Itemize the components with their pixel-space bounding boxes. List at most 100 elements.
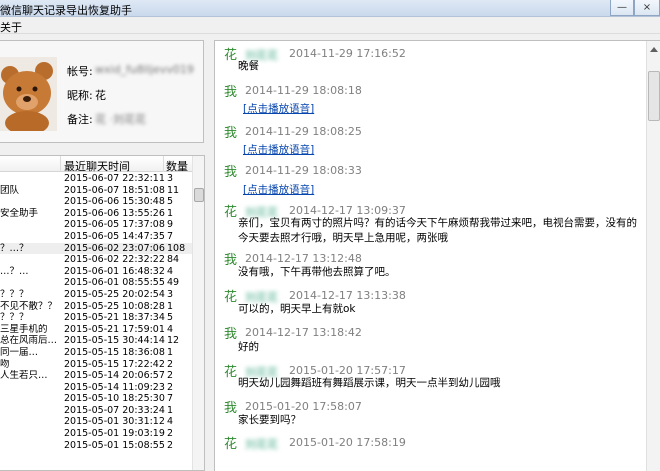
row-contact-name: 三星手机的 [0, 323, 48, 335]
list-rows: 2015-06-07 22:32:11 3 团队 2015-06-07 18:51:0… [0, 173, 193, 451]
remark-label: 备注: [67, 113, 93, 126]
minimize-button[interactable]: — [610, 0, 634, 16]
row-last-time: 2015-05-25 20:02:54 [64, 288, 165, 300]
row-count: 4 [167, 323, 174, 335]
message-timestamp: 2014-12-17 13:13:38 [289, 289, 406, 302]
row-count: 5 [167, 196, 174, 208]
message-text: 好的 [238, 341, 259, 353]
scroll-up-arrow-icon[interactable] [650, 47, 658, 52]
table-row[interactable]: 2015-06-02 22:32:22 84 [0, 254, 193, 266]
message-timestamp: 2015-01-20 17:58:07 [245, 400, 362, 413]
chat-message: 我 2014-11-29 18:08:18 [点击播放语音] [215, 81, 645, 121]
chat-scrollbar[interactable] [646, 41, 660, 471]
play-voice-link[interactable]: [点击播放语音] [243, 182, 314, 197]
sender-label: 花 [224, 365, 238, 380]
message-text: 可以的，明天早上有就ok [238, 303, 356, 315]
sender-label: 花 [224, 437, 238, 452]
row-last-time: 2015-05-07 20:33:24 [64, 404, 165, 416]
close-button[interactable]: × [634, 0, 660, 16]
play-voice-link[interactable]: [点击播放语音] [243, 142, 314, 157]
row-last-time: 2015-06-05 14:47:35 [64, 230, 165, 242]
table-row[interactable]: 同一届… 2015-05-15 18:36:08 1 [0, 347, 193, 359]
message-text: 没有哦，下午再带他去照算了吧。 [238, 266, 396, 278]
sender-label: 花 [224, 205, 238, 220]
message-text: 亲们，宝贝有两寸的照片吗？有的话今天下午麻烦帮我带过来吧，电视台需要，没有的今天… [238, 217, 637, 244]
row-last-time: 2015-06-02 23:07:06 [64, 242, 165, 254]
row-last-time: 2015-06-07 22:32:11 [64, 173, 165, 184]
row-count: 4 [167, 265, 174, 277]
title-bar: 微信聊天记录导出恢复助手 — × [0, 0, 660, 17]
sender-label: 我 [224, 85, 238, 100]
row-count: 1 [167, 300, 174, 312]
nickname-label: 昵称: [67, 89, 93, 102]
row-count: 9 [167, 219, 174, 231]
row-last-time: 2015-05-25 10:08:28 [64, 300, 165, 312]
chat-message: 我 2014-12-17 13:18:42 好的 [215, 323, 645, 363]
table-row[interactable]: 2015-05-10 18:25:30 7 [0, 393, 193, 405]
chat-message: 花刘花花 2015-01-20 17:57:17 明天幼儿园舞蹈班有舞蹈展示课，明天… [215, 361, 645, 401]
play-voice-link[interactable]: [点击播放语音] [243, 101, 314, 116]
row-contact-name: …？… [0, 265, 29, 277]
row-count: 7 [167, 230, 174, 242]
table-row[interactable]: 2015-05-01 15:08:55 2 [0, 440, 193, 452]
chat-message: 花刘花花 2014-11-29 17:16:52 晚餐 [215, 44, 645, 84]
row-count: 1 [167, 346, 174, 358]
chat-message: 我 2015-01-20 17:58:07 家长要到吗？ [215, 397, 645, 437]
row-contact-name: 人生若只… [0, 370, 48, 382]
row-last-time: 2015-05-10 18:25:30 [64, 393, 165, 405]
table-row[interactable]: 2015-05-01 30:31:12 4 [0, 416, 193, 428]
table-row[interactable]: 安全助手 2015-06-06 13:55:26 1 [0, 208, 193, 220]
table-row[interactable]: 三星手机的 2015-05-21 17:59:01 4 [0, 324, 193, 336]
window-controls: — × [610, 0, 660, 17]
message-timestamp: 2015-01-20 17:58:19 [289, 436, 406, 449]
row-contact-name: ？？？ [0, 288, 29, 300]
table-row[interactable]: 吻 2015-05-15 17:22:42 2 [0, 359, 193, 371]
table-row[interactable]: 2015-06-01 08:55:55 49 [0, 277, 193, 289]
row-contact-name: 团队 [0, 184, 20, 196]
message-timestamp: 2014-11-29 18:08:18 [245, 84, 362, 97]
row-count: 1 [167, 404, 174, 416]
sender-label: 花 [224, 290, 238, 305]
list-scrollbar[interactable] [192, 156, 204, 470]
teddy-bear-avatar-icon [0, 57, 57, 131]
chat-message: 我 2014-11-29 18:08:33 [点击播放语音] [215, 161, 645, 201]
table-row[interactable]: 2015-05-14 11:09:23 2 [0, 382, 193, 394]
nickname-value: 花 [95, 89, 106, 102]
scrollbar-thumb[interactable] [194, 188, 204, 202]
table-row[interactable]: 2015-05-07 20:33:24 1 [0, 405, 193, 417]
table-row[interactable]: 不见不散？？ 2015-05-25 10:08:28 1 [0, 301, 193, 313]
row-last-time: 2015-05-15 30:44:14 [64, 335, 165, 347]
sender-name: 刘花花 [245, 438, 278, 451]
row-last-time: 2015-06-05 17:37:08 [64, 219, 165, 231]
row-last-time: 2015-06-01 16:48:32 [64, 265, 165, 277]
header-count[interactable]: 数量 [166, 158, 188, 174]
table-row[interactable]: …？… 2015-06-01 16:48:32 4 [0, 266, 193, 278]
row-count: 12 [167, 335, 180, 347]
table-row[interactable]: 2015-06-06 15:30:48 5 [0, 196, 193, 208]
menu-about[interactable]: 关于 [0, 19, 26, 35]
scrollbar-thumb[interactable] [648, 71, 660, 121]
table-row[interactable]: 团队 2015-06-07 18:51:08 11 [0, 185, 193, 197]
table-row[interactable]: 总在风雨后… 2015-05-15 30:44:14 12 [0, 335, 193, 347]
table-row[interactable]: 2015-05-01 19:03:19 2 [0, 428, 193, 440]
table-row[interactable]: ？？？ 2015-05-25 20:02:54 3 [0, 289, 193, 301]
row-contact-name: 总在风雨后… [0, 335, 58, 347]
sender-label: 我 [224, 126, 238, 141]
row-count: 4 [167, 416, 174, 428]
row-count: 84 [167, 254, 180, 266]
message-text: 家长要到吗？ [238, 414, 301, 426]
conversation-list[interactable]: 最近聊天时间 数量 2015-06-07 22:32:11 3 团队 2015-06-… [0, 155, 205, 471]
table-row[interactable]: 2015-06-07 22:32:11 3 [0, 173, 193, 185]
row-contact-name: ？？？ [0, 312, 29, 324]
table-row[interactable]: 人生若只… 2015-05-14 20:06:57 2 [0, 370, 193, 382]
row-last-time: 2015-06-01 08:55:55 [64, 277, 165, 289]
table-row[interactable]: ？…？ 2015-06-02 23:07:06 108 [0, 242, 193, 255]
table-row[interactable]: 2015-06-05 17:37:08 9 [0, 219, 193, 231]
table-row[interactable]: ？？？ 2015-05-21 18:37:34 5 [0, 312, 193, 324]
chat-message: 我 2014-12-17 13:12:48 没有哦，下午再带他去照算了吧。 [215, 249, 645, 289]
table-row[interactable]: 2015-06-05 14:47:35 7 [0, 231, 193, 243]
header-divider [60, 156, 61, 172]
header-last-time[interactable]: 最近聊天时间 [64, 158, 130, 174]
menu-bar: 关于 [0, 17, 660, 34]
row-count: 2 [167, 370, 174, 382]
